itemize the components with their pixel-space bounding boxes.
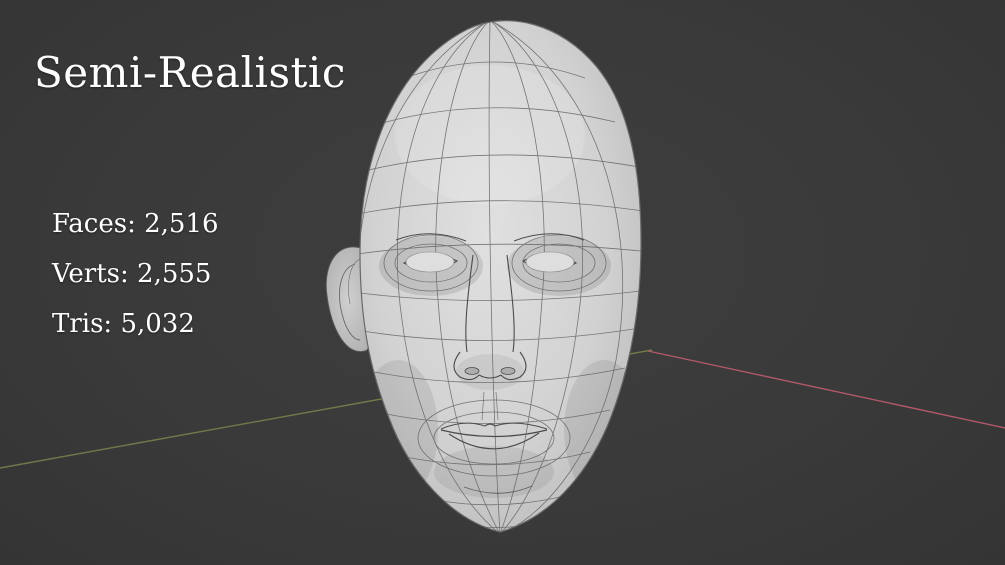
page-title: Semi-Realistic: [34, 48, 346, 97]
stat-verts: Verts: 2,555: [52, 259, 212, 289]
model-stats: Faces: 2,516 Verts: 2,555 Tris: 5,032: [52, 208, 219, 358]
3d-viewport[interactable]: Semi-Realistic Faces: 2,516 Verts: 2,555…: [0, 0, 1005, 565]
stat-faces: Faces: 2,516: [52, 209, 219, 239]
stat-tris: Tris: 5,032: [52, 309, 195, 339]
head-model[interactable]: [325, 20, 650, 534]
x-axis-line: [647, 350, 1005, 429]
